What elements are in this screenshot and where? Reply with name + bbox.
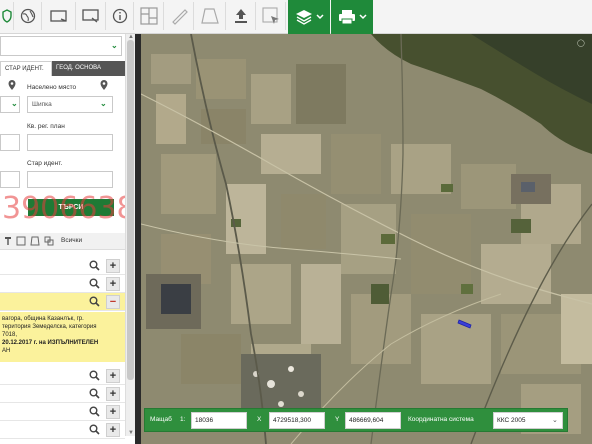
zoom-icon[interactable]: [89, 260, 100, 271]
zoom-icon[interactable]: [89, 388, 100, 399]
map-pin-icon[interactable]: [8, 80, 16, 90]
y-label: Y: [335, 416, 340, 423]
upload-icon[interactable]: [226, 2, 256, 30]
settlement-label: Населено място: [27, 84, 77, 91]
coord-system-value: ККС 2005: [497, 417, 526, 424]
scroll-thumb[interactable]: [127, 40, 134, 380]
area-icon[interactable]: [194, 2, 226, 30]
remove-button[interactable]: −: [106, 295, 120, 309]
scale-prefix: 1:: [180, 416, 186, 423]
pin-icon[interactable]: [4, 236, 12, 246]
quarter-input[interactable]: [0, 134, 20, 151]
app-root: ⌄ СТАР ИДЕНТ. ГЕОД. ОСНОВА Населено мяст…: [0, 0, 592, 444]
window-icon[interactable]: [42, 2, 76, 30]
reg-plan-label: Кв. рег. план: [27, 123, 65, 130]
list-item[interactable]: +: [0, 421, 125, 439]
zoom-icon[interactable]: [89, 424, 100, 435]
layers-all-label[interactable]: Всички: [61, 237, 82, 244]
number-input[interactable]: [0, 171, 20, 188]
search-button[interactable]: ТЪРСИ: [28, 199, 114, 216]
add-button[interactable]: +: [106, 387, 120, 401]
coordinate-bar: Мащаб 1: 18036 X 4729518,300 Y 486669,60…: [144, 408, 568, 432]
add-button[interactable]: +: [106, 259, 120, 273]
scale-input[interactable]: 18036: [191, 412, 247, 429]
reg-plan-input[interactable]: [27, 134, 113, 151]
y-coordinate: 486669,604: [345, 412, 401, 429]
parcel-info: вагора, община Казанлък, гр. територия З…: [0, 312, 125, 362]
info-line: 7018,: [2, 332, 18, 338]
add-button[interactable]: +: [106, 369, 120, 383]
square-icon[interactable]: [16, 236, 26, 246]
old-ident-label: Стар идент.: [27, 160, 63, 167]
add-button[interactable]: +: [106, 423, 120, 437]
list-item[interactable]: +: [0, 275, 125, 293]
polygon-icon[interactable]: [30, 236, 40, 246]
list-item[interactable]: +: [0, 403, 125, 421]
search-tabs: СТАР ИДЕНТ. ГЕОД. ОСНОВА: [0, 61, 125, 76]
zoom-icon[interactable]: [89, 370, 100, 381]
map-pin-icon[interactable]: [100, 80, 108, 90]
info-line: вагора, община Казанлък, гр.: [2, 316, 84, 322]
settlement-select[interactable]: Шипка ⌄: [27, 96, 113, 113]
print-icon[interactable]: [331, 0, 373, 34]
multi-select-icon[interactable]: [44, 236, 54, 246]
list-item[interactable]: −: [0, 293, 125, 311]
x-coordinate: 4729518,300: [269, 412, 325, 429]
layers-icon[interactable]: [288, 0, 330, 34]
list-item[interactable]: +: [0, 367, 125, 385]
list-item[interactable]: +: [0, 385, 125, 403]
select-icon[interactable]: [256, 2, 286, 30]
zoom-icon[interactable]: [89, 278, 100, 289]
chevron-down-icon: ⌄: [100, 99, 107, 108]
chevron-down-icon: [358, 14, 367, 20]
layout-icon[interactable]: [134, 2, 164, 30]
svg-text:◯: ◯: [577, 39, 585, 47]
tab-geod-base[interactable]: ГЕОД. ОСНОВА: [52, 61, 125, 76]
coord-system-select[interactable]: ККС 2005 ⌄: [493, 412, 563, 429]
object-type-select[interactable]: ⌄: [0, 36, 122, 56]
scale-label: Мащаб: [150, 416, 172, 423]
info-line: 20.12.2017 г. на ИЗПЪЛНИТЕЛЕН: [2, 340, 99, 346]
zoom-icon[interactable]: [89, 296, 100, 307]
globe-icon[interactable]: [14, 2, 42, 30]
tab-old-ident[interactable]: СТАР ИДЕНТ.: [0, 61, 52, 76]
chevron-down-icon: ⌄: [552, 417, 558, 424]
chevron-down-icon: ⌄: [111, 41, 118, 50]
chevron-down-icon: [315, 14, 324, 20]
list-item[interactable]: +: [0, 257, 125, 275]
info-icon[interactable]: [106, 2, 134, 30]
monitor-icon[interactable]: [76, 2, 106, 30]
panel-scrollbar[interactable]: ▲ ▼: [125, 34, 135, 436]
add-button[interactable]: +: [106, 277, 120, 291]
coord-system-label: Координатна система: [408, 416, 474, 423]
satellite-map[interactable]: ◯: [141, 34, 592, 444]
scroll-down-icon[interactable]: ▼: [127, 430, 135, 436]
add-button[interactable]: +: [106, 405, 120, 419]
ruler-icon[interactable]: [164, 2, 194, 30]
layers-bar: Всички: [0, 233, 125, 250]
info-line: територия Земеделска, категория: [2, 324, 97, 330]
settlement-value: Шипка: [32, 101, 52, 108]
shield-icon[interactable]: [0, 2, 14, 30]
old-ident-input[interactable]: [27, 171, 113, 188]
map-imagery: ◯: [141, 34, 592, 444]
zoom-icon[interactable]: [89, 406, 100, 417]
toolbar: [0, 0, 592, 34]
municipality-select[interactable]: ⌄: [0, 96, 20, 113]
x-label: X: [257, 416, 262, 423]
chevron-down-icon: ⌄: [11, 99, 18, 108]
info-line: АН: [2, 348, 11, 354]
